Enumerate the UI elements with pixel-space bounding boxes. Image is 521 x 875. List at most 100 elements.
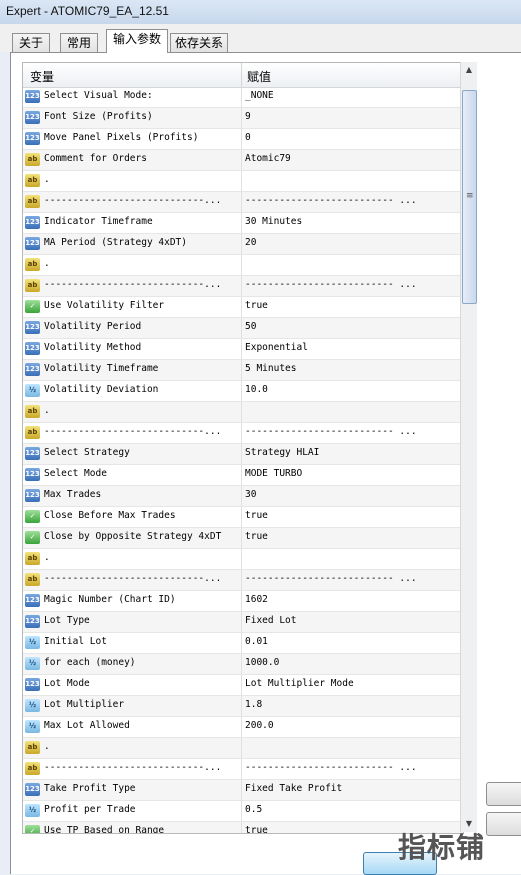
parameter-value[interactable]: 1.8: [245, 699, 461, 710]
grid-rows: 123 Select Visual Mode: _NONE 123 Font Size …: [23, 87, 463, 833]
parameter-row[interactable]: 123 Volatility Method Exponential: [23, 339, 463, 360]
parameter-row[interactable]: ab ----------------------------... -------…: [23, 276, 463, 297]
parameter-value[interactable]: 1000.0: [245, 657, 461, 668]
parameter-row[interactable]: ½ Profit per Trade 0.5: [23, 801, 463, 822]
parameter-name: ----------------------------...: [44, 279, 222, 290]
parameter-row[interactable]: ab.: [23, 255, 463, 276]
parameter-value[interactable]: 30: [245, 489, 461, 500]
parameter-name: Lot Multiplier: [44, 699, 125, 710]
parameter-name: ----------------------------...: [44, 426, 222, 437]
parameter-row[interactable]: ✓ Close Before Max Trades true: [23, 507, 463, 528]
column-divider[interactable]: [241, 63, 242, 87]
parameter-row[interactable]: ½ Max Lot Allowed 200.0: [23, 717, 463, 738]
cell-divider: [241, 423, 242, 443]
grip-icon: ≡: [466, 191, 474, 201]
parameter-value[interactable]: 0: [245, 132, 461, 143]
scroll-thumb[interactable]: ≡: [462, 90, 477, 304]
parameter-name: Volatility Deviation: [44, 384, 159, 395]
parameter-row[interactable]: ½ Volatility Deviation 10.0: [23, 381, 463, 402]
parameter-row[interactable]: 123 Take Profit Type Fixed Take Profit: [23, 780, 463, 801]
parameter-row[interactable]: ab ----------------------------... -------…: [23, 423, 463, 444]
parameter-row[interactable]: 123 Select Strategy Strategy HLAI: [23, 444, 463, 465]
parameter-value[interactable]: 10.0: [245, 384, 461, 395]
parameter-row[interactable]: ½ for each (money) 1000.0: [23, 654, 463, 675]
type-int-icon: 123: [25, 111, 40, 124]
type-int-icon: 123: [25, 132, 40, 145]
cell-divider: [241, 108, 242, 128]
parameter-row[interactable]: 123 Volatility Timeframe 5 Minutes: [23, 360, 463, 381]
type-dbl-icon: ½: [25, 699, 40, 712]
type-dbl-icon: ½: [25, 657, 40, 670]
parameter-row[interactable]: 123 Move Panel Pixels (Profits) 0: [23, 129, 463, 150]
tab-about[interactable]: 关于: [12, 33, 50, 52]
column-header-variable[interactable]: 变量: [30, 68, 54, 85]
parameter-row[interactable]: 123 Max Trades 30: [23, 486, 463, 507]
side-button-upper[interactable]: [486, 782, 521, 806]
tab-common[interactable]: 常用: [60, 33, 98, 52]
cell-divider: [241, 276, 242, 296]
parameter-value[interactable]: 30 Minutes: [245, 216, 461, 227]
parameter-row[interactable]: ab.: [23, 738, 463, 759]
parameter-row[interactable]: ab.: [23, 402, 463, 423]
parameter-row[interactable]: ab ----------------------------... -------…: [23, 570, 463, 591]
parameter-row[interactable]: ab Comment for Orders Atomic79: [23, 150, 463, 171]
parameter-value[interactable]: 5 Minutes: [245, 363, 461, 374]
parameter-row[interactable]: 123 Volatility Period 50: [23, 318, 463, 339]
parameter-name: Select Mode: [44, 468, 107, 479]
parameter-row[interactable]: 123 Indicator Timeframe 30 Minutes: [23, 213, 463, 234]
parameter-row[interactable]: 123 Magic Number (Chart ID) 1602: [23, 591, 463, 612]
parameter-value[interactable]: Strategy HLAI: [245, 447, 461, 458]
parameter-value[interactable]: true: [245, 510, 461, 521]
parameter-value[interactable]: 0.5: [245, 804, 461, 815]
column-header-value[interactable]: 赋值: [247, 68, 271, 85]
parameter-value[interactable]: Fixed Lot: [245, 615, 461, 626]
type-str-icon: ab: [25, 426, 40, 439]
tab-strip: 关于 常用 输入参数 依存关系: [0, 24, 521, 53]
parameter-value[interactable]: -------------------------- ...: [245, 426, 461, 437]
cell-divider: [241, 486, 242, 506]
parameter-value[interactable]: 50: [245, 321, 461, 332]
parameter-value[interactable]: Atomic79: [245, 153, 461, 164]
parameter-name: ----------------------------...: [44, 573, 222, 584]
tab-dependencies[interactable]: 依存关系: [170, 33, 228, 52]
vertical-scrollbar[interactable]: ▲ ≡ ▼: [460, 62, 477, 832]
parameter-value[interactable]: MODE TURBO: [245, 468, 461, 479]
parameter-value[interactable]: _NONE: [245, 90, 461, 101]
parameter-value[interactable]: -------------------------- ...: [245, 279, 461, 290]
parameter-row[interactable]: 123 Select Mode MODE TURBO: [23, 465, 463, 486]
parameter-value[interactable]: 20: [245, 237, 461, 248]
cell-divider: [241, 738, 242, 758]
tab-inputs[interactable]: 输入参数: [106, 29, 168, 53]
parameter-value[interactable]: 0.01: [245, 636, 461, 647]
parameter-value[interactable]: true: [245, 531, 461, 542]
parameter-row[interactable]: ab ----------------------------... -------…: [23, 192, 463, 213]
parameter-value[interactable]: 9: [245, 111, 461, 122]
parameter-row[interactable]: ab ----------------------------... -------…: [23, 759, 463, 780]
parameter-row[interactable]: 123 Lot Type Fixed Lot: [23, 612, 463, 633]
parameter-value[interactable]: -------------------------- ...: [245, 762, 461, 773]
parameter-name: Volatility Method: [44, 342, 142, 353]
parameter-name: Initial Lot: [44, 636, 107, 647]
parameter-row[interactable]: 123 Select Visual Mode: _NONE: [23, 87, 463, 108]
type-int-icon: 123: [25, 216, 40, 229]
parameter-row[interactable]: 123 MA Period (Strategy 4xDT) 20: [23, 234, 463, 255]
parameter-row[interactable]: 123 Lot Mode Lot Multiplier Mode: [23, 675, 463, 696]
scroll-up-arrow-icon[interactable]: ▲: [461, 62, 477, 78]
parameter-row[interactable]: ab.: [23, 549, 463, 570]
parameter-value[interactable]: Lot Multiplier Mode: [245, 678, 461, 689]
parameter-row[interactable]: ✓ Use TP Based on Range true: [23, 822, 463, 833]
parameter-value[interactable]: 200.0: [245, 720, 461, 731]
parameter-value[interactable]: -------------------------- ...: [245, 573, 461, 584]
parameter-row[interactable]: 123 Font Size (Profits) 9: [23, 108, 463, 129]
parameter-value[interactable]: Fixed Take Profit: [245, 783, 461, 794]
parameter-value[interactable]: true: [245, 300, 461, 311]
parameter-value[interactable]: -------------------------- ...: [245, 195, 461, 206]
parameter-row[interactable]: ½ Lot Multiplier 1.8: [23, 696, 463, 717]
parameter-value[interactable]: Exponential: [245, 342, 461, 353]
parameter-value[interactable]: 1602: [245, 594, 461, 605]
parameter-row[interactable]: ab.: [23, 171, 463, 192]
parameter-row[interactable]: ½ Initial Lot 0.01: [23, 633, 463, 654]
parameter-row[interactable]: ✓ Use Volatility Filter true: [23, 297, 463, 318]
parameter-row[interactable]: ✓ Close by Opposite Strategy 4xDT true: [23, 528, 463, 549]
side-button-lower[interactable]: [486, 812, 521, 836]
